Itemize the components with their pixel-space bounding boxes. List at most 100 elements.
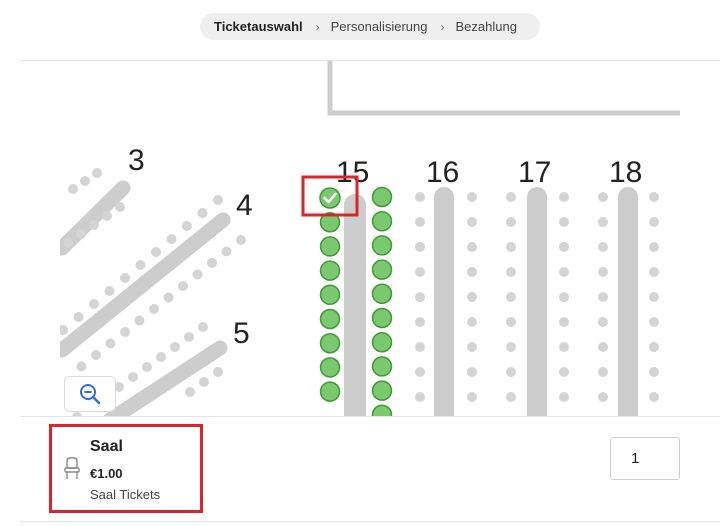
seat-unavailable [559,192,569,202]
section-label-16: 16 [426,156,459,189]
aisle-bar [60,180,131,256]
seat-unavailable [185,387,195,397]
seat-available[interactable] [371,186,393,208]
seat-unavailable [170,342,180,352]
breadcrumb: Ticketauswahl › Personalisierung › Bezah… [200,13,540,40]
seat-map-canvas[interactable]: 3 4 5 15 16 17 18 [60,61,680,416]
seat-available[interactable] [371,356,393,377]
seat-unavailable [598,367,608,377]
seat-unavailable [151,247,161,257]
seat-unavailable [197,208,208,218]
seat-unavailable [467,192,477,202]
section-label-18: 18 [609,156,642,189]
ticket-name: Saal [90,438,123,455]
seat-unavailable [559,217,569,227]
seat-unavailable [415,267,425,277]
seat-unavailable [506,192,516,202]
seat-unavailable [598,192,608,202]
seat-unavailable [649,342,659,352]
seat[interactable] [319,187,341,209]
section-label-5: 5 [233,317,250,350]
seat-unavailable [649,267,659,277]
seat-available[interactable] [319,381,341,402]
seat-available[interactable] [319,236,341,257]
breadcrumb-step-bezahlung[interactable]: Bezahlung [455,19,516,34]
section-label-15: 15 [336,156,369,189]
seat-available[interactable] [319,332,341,354]
seat-unavailable [105,338,116,349]
seat-available[interactable] [371,235,393,256]
ticket-price: €1.00 [90,466,123,481]
stage-outline [327,61,680,116]
seat-unavailable [467,242,477,252]
seat-unavailable [104,286,115,296]
seat-unavailable [198,322,208,332]
seat-available[interactable] [371,259,393,280]
seat-unavailable [166,234,177,244]
seat-unavailable [415,192,425,202]
seat-unavailable [142,362,152,372]
seat-unavailable [598,292,608,302]
seat-unavailable [467,292,477,302]
seat-unavailable [467,217,477,227]
seat-unavailable [156,352,166,362]
seat-unavailable [182,221,192,231]
seat-unavailable [207,258,217,268]
seat-available[interactable] [371,307,393,329]
seat-unavailable [598,267,608,277]
seat-unavailable [68,184,78,194]
seat-unavailable [506,317,516,327]
seat-available[interactable] [319,308,341,330]
seat-unavailable [415,392,425,402]
seat-unavailable [213,367,223,377]
seat-available[interactable] [371,404,393,416]
seat-unavailable [221,246,232,257]
seat-unavailable [178,281,188,291]
seat-map[interactable]: 3 4 5 15 16 17 18 [60,61,680,416]
seat-unavailable [73,312,84,322]
seat-unavailable [120,273,130,283]
seat-available[interactable] [319,284,341,306]
seat-available[interactable] [371,283,393,305]
seat-unavailable [559,392,569,402]
seat-unavailable [649,192,659,202]
chevron-right-icon: › [315,19,320,34]
section-label-17: 17 [518,156,551,189]
seat-unavailable [415,292,425,302]
seat-unavailable [598,217,608,227]
section-label-3: 3 [128,144,145,177]
quantity-input[interactable] [610,437,680,480]
seat-unavailable [598,317,608,327]
seat-unavailable [60,325,68,335]
divider [20,416,720,417]
seat-unavailable [559,267,569,277]
seat-available[interactable] [319,357,341,378]
seat-unavailable [506,392,516,402]
seat-available[interactable] [319,260,341,281]
zoom-out-button[interactable] [64,376,116,412]
seat-unavailable [115,202,125,212]
seat-unavailable [134,315,145,326]
chevron-right-icon: › [440,19,445,34]
seat-unavailable [80,176,90,186]
seat-unavailable [236,235,246,245]
seat-unavailable [415,367,425,377]
breadcrumb-step-ticketauswahl[interactable]: Ticketauswahl [214,19,303,34]
breadcrumb-step-personalisierung[interactable]: Personalisierung [331,19,428,34]
seat-unavailable [559,317,569,327]
seat-unavailable [192,269,203,280]
zoom-out-icon [80,384,101,405]
seat-unavailable [415,242,425,252]
seat-unavailable [559,367,569,377]
seat-unavailable [467,392,477,402]
seat-unavailable [467,367,477,377]
seat-available[interactable] [371,210,393,232]
ticket-category-card[interactable]: Saal €1.00 Saal Tickets [49,424,203,513]
seat-available[interactable] [371,380,393,401]
seat-unavailable [559,342,569,352]
seat-available[interactable] [371,331,393,353]
seat-unavailable [149,304,159,314]
seat-unavailable [649,367,659,377]
seat-unavailable [135,260,146,270]
seat-unavailable [163,292,174,303]
